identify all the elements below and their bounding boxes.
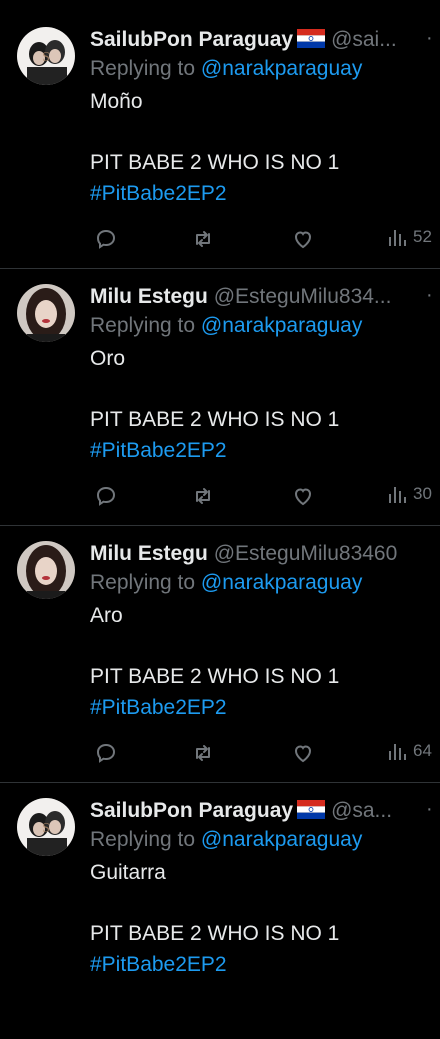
avatar[interactable]: S	[17, 27, 75, 85]
views-number: 52	[413, 227, 432, 246]
views-icon	[389, 230, 406, 246]
views-count[interactable]: 64	[387, 740, 432, 762]
more-options-icon[interactable]: ·	[426, 26, 433, 50]
user-handle[interactable]: @EsteguMilu83460	[214, 542, 398, 565]
like-icon[interactable]	[291, 741, 315, 765]
replying-to: Replying to @narakparaguay	[90, 312, 362, 340]
hashtag-link[interactable]: #PitBabe2EP2	[90, 180, 227, 208]
tweet-header: SailubPon Paraguay @sa...	[90, 797, 426, 825]
more-options-icon[interactable]: ·	[426, 283, 433, 307]
display-name[interactable]: SailubPon Paraguay	[90, 28, 293, 51]
svg-text:S: S	[42, 821, 50, 836]
replying-to-handle[interactable]: @narakparaguay	[201, 314, 362, 337]
like-icon[interactable]	[291, 227, 315, 251]
paraguay-flag-icon	[297, 28, 326, 48]
tweet-header: Milu Estegu @EsteguMilu83460	[90, 540, 426, 568]
user-handle[interactable]: @sa...	[331, 799, 392, 822]
tweet-actions: 64	[90, 738, 440, 768]
tweet-text-line: PIT BABE 2 WHO IS NO 1	[90, 151, 340, 174]
paraguay-flag-icon	[297, 799, 326, 819]
more-options-icon[interactable]: ·	[426, 797, 433, 821]
retweet-icon[interactable]	[191, 227, 215, 251]
replying-to: Replying to @narakparaguay	[90, 826, 362, 854]
tweet-header: SailubPon Paraguay @sai...	[90, 26, 426, 54]
hashtag-link[interactable]: #PitBabe2EP2	[90, 694, 227, 722]
tweet-card[interactable]: S SailubPon Paraguay @sai... · Replying t…	[0, 12, 440, 268]
retweet-icon[interactable]	[191, 484, 215, 508]
avatar[interactable]	[17, 541, 75, 599]
display-name[interactable]: Milu Estegu	[90, 285, 208, 308]
views-count[interactable]: 30	[387, 483, 432, 505]
views-number: 64	[413, 741, 432, 760]
display-name[interactable]: SailubPon Paraguay	[90, 799, 293, 822]
replying-to: Replying to @narakparaguay	[90, 569, 362, 597]
tweet-text-word: Aro	[90, 604, 123, 627]
replying-to-label: Replying to	[90, 314, 201, 337]
retweet-icon[interactable]	[191, 741, 215, 765]
tweet-card[interactable]: Milu Estegu @EsteguMilu834... · Replying…	[0, 269, 440, 525]
reply-icon[interactable]	[94, 484, 118, 508]
replying-to: Replying to @narakparaguay	[90, 55, 362, 83]
display-name[interactable]: Milu Estegu	[90, 542, 208, 565]
views-icon	[389, 744, 406, 760]
avatar[interactable]	[17, 284, 75, 342]
replying-to-handle[interactable]: @narakparaguay	[201, 57, 362, 80]
tweet-text-word: Guitarra	[90, 861, 166, 884]
hashtag-link[interactable]: #PitBabe2EP2	[90, 951, 227, 979]
replying-to-label: Replying to	[90, 828, 201, 851]
views-icon	[389, 487, 406, 503]
tweet-actions: 30	[90, 481, 440, 511]
like-icon[interactable]	[291, 484, 315, 508]
replying-to-label: Replying to	[90, 57, 201, 80]
tweet-actions: 52	[90, 224, 440, 254]
user-handle[interactable]: @sai...	[331, 28, 397, 51]
tweet-text-line: PIT BABE 2 WHO IS NO 1	[90, 922, 340, 945]
avatar[interactable]: S	[17, 798, 75, 856]
svg-text:S: S	[42, 50, 50, 65]
reply-icon[interactable]	[94, 227, 118, 251]
replying-to-label: Replying to	[90, 571, 201, 594]
replying-to-handle[interactable]: @narakparaguay	[201, 828, 362, 851]
user-handle[interactable]: @EsteguMilu834...	[214, 285, 392, 308]
tweet-card[interactable]: S SailubPon Paraguay @sa... · Replying to…	[0, 783, 440, 1039]
tweet-text-line: PIT BABE 2 WHO IS NO 1	[90, 665, 340, 688]
tweet-card[interactable]: Milu Estegu @EsteguMilu83460 Replying to…	[0, 526, 440, 782]
tweet-text-word: Oro	[90, 347, 126, 370]
hashtag-link[interactable]: #PitBabe2EP2	[90, 437, 227, 465]
tweet-text-word: Moño	[90, 90, 143, 113]
replying-to-handle[interactable]: @narakparaguay	[201, 571, 362, 594]
tweet-header: Milu Estegu @EsteguMilu834...	[90, 283, 426, 311]
views-count[interactable]: 52	[387, 226, 432, 248]
reply-icon[interactable]	[94, 741, 118, 765]
views-number: 30	[413, 484, 432, 503]
tweet-text-line: PIT BABE 2 WHO IS NO 1	[90, 408, 340, 431]
